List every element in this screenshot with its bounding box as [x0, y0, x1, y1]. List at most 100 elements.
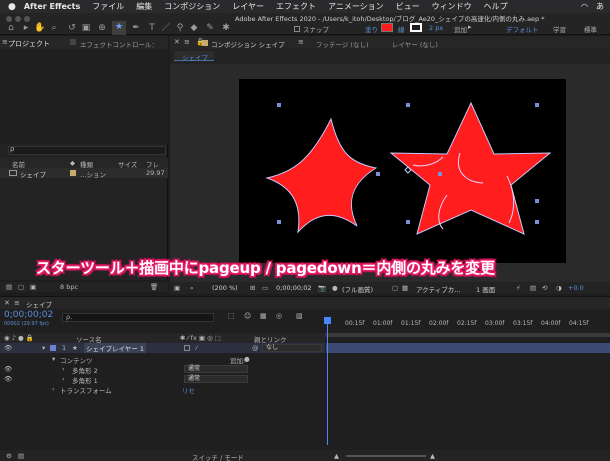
menu-app-name[interactable]: After Effects — [24, 2, 80, 11]
fill-color-swatch[interactable] — [381, 23, 393, 32]
transform-row[interactable]: › トランスフォーム リセ — [0, 384, 325, 395]
eye-icon[interactable]: 👁 — [4, 375, 12, 383]
menu-view[interactable]: ビュー — [396, 1, 420, 12]
new-folder-icon[interactable]: ▢ — [18, 283, 24, 291]
tab-project[interactable]: プロジェクト — [8, 39, 50, 49]
layer-name[interactable]: シェイプレイヤー 1 — [84, 343, 147, 353]
tab-composition[interactable]: コンポジション シェイプ — [211, 39, 285, 49]
timeline-tab[interactable]: シェイプ — [26, 299, 52, 309]
pan-behind-tool-icon[interactable]: ⊕ — [96, 22, 108, 34]
viewer-timecode[interactable]: 0;00;00;02 — [276, 284, 312, 292]
motion-blur-icon[interactable]: ◎ — [276, 312, 282, 320]
comp-canvas[interactable] — [239, 79, 566, 263]
add-label[interactable]: 追加 — [454, 24, 467, 34]
twirl-closed-icon[interactable]: › — [62, 365, 65, 373]
panel-menu-icon-comp[interactable]: ≡ — [184, 38, 190, 46]
home-icon[interactable]: ⌂ — [5, 22, 17, 34]
work-area-bar[interactable] — [325, 333, 610, 337]
pickwhip-icon[interactable]: @ — [252, 344, 259, 352]
reset-exposure-icon[interactable]: ◑ — [556, 284, 562, 292]
parent-dropdown[interactable]: なし — [262, 344, 322, 352]
blend-mode-dropdown-2[interactable]: 通常 — [184, 365, 248, 373]
zoom-out-icon[interactable]: ▲ — [334, 452, 339, 460]
comp-name-tab[interactable]: シェイプ — [174, 51, 214, 62]
view-layout-dropdown[interactable]: 1 画面 — [476, 284, 495, 294]
menu-composition[interactable]: コンポジション — [164, 1, 220, 12]
tab-effect-controls[interactable]: エフェクトコントロール： — [80, 39, 158, 49]
color-channel-icon[interactable]: ● — [332, 284, 338, 292]
zoom-tool-icon[interactable]: ⌕ — [48, 22, 60, 34]
clone-stamp-tool-icon[interactable]: ⚲ — [174, 22, 186, 34]
workspace-default[interactable]: デフォルト — [506, 24, 539, 34]
playhead[interactable] — [327, 317, 328, 445]
zoom-in-icon[interactable]: ▲ — [430, 452, 435, 460]
menu-help[interactable]: ヘルプ — [484, 1, 508, 12]
type-tool-icon[interactable]: T — [146, 22, 158, 34]
rotate-tool-icon[interactable]: ↺ — [66, 22, 78, 34]
polystar-1-row[interactable]: 👁 › 多角形 1 通常 — [0, 374, 325, 385]
stroke-width-value[interactable]: 2 px — [429, 24, 443, 32]
timeline-search-input[interactable] — [62, 313, 214, 322]
flowchart-icon[interactable]: ⟲ — [542, 284, 547, 292]
timeline-close-icon[interactable]: ✕ — [4, 299, 10, 307]
eye-icon[interactable]: 👁 — [4, 344, 12, 352]
exposure-value[interactable]: +0.0 — [568, 284, 584, 292]
tab-comp-menu-icon[interactable]: ≡ — [298, 38, 304, 46]
layer-switch-a[interactable] — [184, 345, 190, 351]
roi-icon[interactable]: ▢ — [392, 284, 398, 292]
interpret-footage-icon[interactable]: ▤ — [6, 283, 12, 291]
new-comp-icon[interactable]: ▣ — [30, 283, 36, 291]
wifi-icon[interactable]: ◠ — [581, 2, 588, 11]
roto-brush-tool-icon[interactable]: ✎ — [204, 22, 216, 34]
menu-effect[interactable]: エフェクト — [276, 1, 316, 12]
keyboard-icon[interactable]: あ — [596, 1, 604, 12]
twirl-open-icon[interactable]: ▾ — [42, 344, 45, 352]
toggle-switches-modes[interactable]: スイッチ / モード — [192, 452, 244, 461]
reset-link[interactable]: リセ — [182, 385, 195, 395]
snap-checkbox[interactable] — [294, 26, 300, 32]
footer-toggle-icon-b[interactable]: ▤ — [18, 452, 24, 460]
panel-menu-icon[interactable]: ≡ — [2, 38, 8, 46]
playhead-handle[interactable] — [324, 317, 331, 324]
menu-file[interactable]: ファイル — [92, 1, 124, 12]
camera-dropdown[interactable]: アクティブカ... — [416, 284, 460, 294]
stroke-color-swatch[interactable] — [410, 23, 422, 32]
brush-tool-icon[interactable]: ／ — [160, 22, 172, 34]
shy-icon[interactable]: ☺ — [244, 312, 251, 320]
puppet-tool-icon[interactable]: ✱ — [220, 22, 232, 34]
zoom-slider[interactable] — [346, 455, 426, 457]
layer-row[interactable]: 👁 ▾ 1 ★ シェイプレイヤー 1 ⁄ @ なし — [0, 343, 325, 353]
selection-tool-icon[interactable]: ▸ — [20, 22, 32, 34]
menu-layer[interactable]: レイヤー — [232, 1, 264, 12]
fast-preview-icon[interactable]: ⚡ — [516, 284, 521, 292]
timeline-timecode[interactable]: 0;00;00;02 — [4, 310, 53, 320]
workspace-learn[interactable]: 学習 — [553, 24, 566, 34]
frame-blend-icon[interactable]: ▦ — [260, 312, 267, 320]
always-preview-icon[interactable]: ▣ — [174, 284, 180, 292]
eraser-tool-icon[interactable]: ◆ — [188, 22, 200, 34]
tab-footage[interactable]: フッテージ (なし) — [316, 39, 369, 49]
twirl-closed-icon[interactable]: › — [52, 385, 55, 393]
apple-icon[interactable]: ● — [8, 2, 16, 12]
tab-layer[interactable]: レイヤー (なし) — [392, 39, 438, 49]
hand-tool-icon[interactable]: ✋ — [34, 22, 46, 34]
eye-icon[interactable]: 👁 — [4, 365, 12, 373]
layer-duration-bar[interactable] — [326, 343, 610, 353]
stroke-label[interactable]: 線 — [398, 24, 405, 34]
blend-mode-dropdown-1[interactable]: 通常 — [184, 375, 248, 383]
layer-switch-b[interactable]: ⁄ — [196, 344, 197, 352]
timeline-tab-menu-icon[interactable]: ≡ — [14, 299, 20, 307]
project-search-input[interactable] — [8, 146, 166, 155]
add-content-icon[interactable]: ● — [244, 355, 250, 363]
label-color-swatch[interactable] — [50, 345, 56, 351]
tab-effect-controls-icon[interactable] — [70, 39, 76, 45]
timeline-icon[interactable]: ▤ — [530, 284, 536, 292]
graph-editor-icon[interactable]: ▧ — [296, 312, 303, 320]
menu-animation[interactable]: アニメーション — [328, 1, 384, 12]
mask-icon[interactable]: ▭ — [262, 284, 268, 292]
bit-depth[interactable]: 8 bpc — [60, 283, 78, 291]
project-item-row[interactable]: シェイプ …ション 29.97 — [0, 168, 168, 179]
resolution-dropdown[interactable]: (フル画質) — [342, 284, 373, 294]
draft-3d-icon[interactable]: ⬚ — [228, 312, 235, 320]
pen-tool-icon[interactable]: ✒ — [130, 22, 142, 34]
